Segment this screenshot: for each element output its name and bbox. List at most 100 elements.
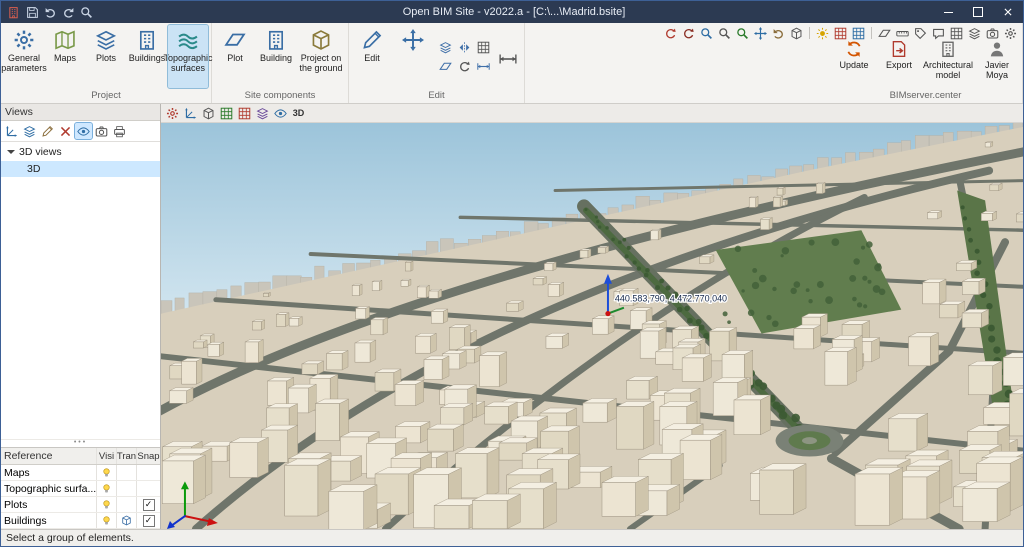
maximize-icon [973, 7, 983, 17]
previous-view-icon[interactable] [770, 25, 787, 41]
element-visibility-icon[interactable] [272, 105, 289, 121]
view-settings-icon[interactable] [74, 122, 93, 140]
button-label: Edit [364, 53, 380, 63]
building-button[interactable]: Building [256, 25, 296, 88]
title-bar: Open BIM Site - v2022.a - [C:\...\Madrid… [1, 1, 1023, 23]
layer-row-plots[interactable]: Plots ✓ [1, 497, 160, 513]
maps-button[interactable]: Maps [45, 25, 85, 88]
edit-button[interactable]: Edit [352, 25, 392, 88]
save-icon[interactable] [24, 4, 41, 20]
close-button[interactable] [993, 1, 1023, 23]
button-label: Update [839, 60, 869, 70]
visibility-bulb-icon[interactable] [96, 497, 116, 512]
view-orientation-icon[interactable] [200, 105, 217, 121]
view-3d-icon[interactable]: 3D [290, 105, 307, 121]
snap-cell[interactable] [136, 465, 160, 480]
zoom-extents-icon[interactable] [734, 25, 751, 41]
scale-icon[interactable] [474, 57, 492, 75]
mirror-icon[interactable] [455, 38, 473, 56]
camera-views-icon[interactable] [984, 25, 1001, 41]
views-panel: Views 3D views 3D ••• Reference Visi Tra… [1, 104, 161, 529]
button-label: Topographic surfaces [163, 53, 213, 74]
analytical-grid-icon[interactable] [218, 105, 235, 121]
minimize-button[interactable] [933, 1, 963, 23]
textures-icon[interactable] [832, 25, 849, 41]
maximize-button[interactable] [963, 1, 993, 23]
layer-row-topographic-surfaces[interactable]: Topographic surfa... [1, 481, 160, 497]
reference-grid-icon[interactable] [236, 105, 253, 121]
column-header: Snap [136, 448, 160, 464]
orbit-icon[interactable] [662, 25, 679, 41]
export-button[interactable]: Export [877, 38, 921, 88]
topographic-surfaces-button[interactable]: Topographic surfaces [163, 24, 213, 89]
pan-icon[interactable] [752, 25, 769, 41]
snap-checkbox[interactable]: ✓ [136, 497, 160, 512]
visibility-bulb-icon[interactable] [96, 513, 116, 528]
ribbon: General parameters Maps Plots Buildings … [1, 23, 1023, 104]
main-area: Views 3D views 3D ••• Reference Visi Tra… [1, 104, 1023, 529]
transparency-cell[interactable] [116, 481, 136, 496]
visibility-bulb-icon[interactable] [96, 465, 116, 480]
layer-reference: Buildings [4, 514, 47, 527]
ground-cube-icon [310, 29, 332, 51]
measure-button[interactable] [495, 25, 521, 88]
dimensions-icon[interactable] [912, 25, 929, 41]
comments-icon[interactable] [930, 25, 947, 41]
transparency-cell[interactable] [116, 465, 136, 480]
architectural-model-button[interactable]: Architectural model [922, 38, 974, 88]
views-panel-title: Views [1, 104, 160, 121]
zoom-in-out-icon[interactable] [716, 25, 733, 41]
shadows-icon[interactable] [814, 25, 831, 41]
reference-grid-icon[interactable] [948, 25, 965, 41]
roundabout [775, 424, 844, 457]
tree-node-3d-views[interactable]: 3D views [1, 144, 160, 160]
user-account-button[interactable]: Javier Moya [975, 38, 1019, 88]
3d-canvas[interactable]: 440.583,790, 4.472.770,040 [161, 123, 1023, 529]
render-options-icon[interactable] [164, 105, 181, 121]
snapshot-icon[interactable] [111, 123, 128, 139]
tree-node-3d[interactable]: 3D [1, 161, 160, 177]
orbit-center-icon[interactable] [680, 25, 697, 41]
delete-view-icon[interactable] [57, 123, 74, 139]
move-button[interactable] [393, 25, 433, 88]
3d-city-model[interactable]: 440.583,790, 4.472.770,040 [161, 123, 1023, 529]
new-view-icon[interactable] [3, 123, 20, 139]
align-icon[interactable] [474, 38, 492, 56]
edit-view-icon[interactable] [39, 123, 56, 139]
window-title: Open BIM Site - v2022.a - [C:\...\Madrid… [402, 6, 626, 18]
panel-splitter[interactable]: ••• [1, 439, 160, 447]
project-on-the-ground-button[interactable]: Project on the ground [297, 25, 345, 88]
undo-icon[interactable] [42, 4, 59, 20]
ribbon-group-edit: Edit Edit [349, 23, 525, 103]
work-plane-icon[interactable] [182, 105, 199, 121]
visibility-bulb-icon[interactable] [96, 481, 116, 496]
zoom-window-icon[interactable] [698, 25, 715, 41]
redo-icon[interactable] [60, 4, 77, 20]
materials-icon[interactable] [254, 105, 271, 121]
configuration-icon[interactable] [1002, 25, 1019, 41]
section-plane-icon[interactable] [876, 25, 893, 41]
layer-row-buildings[interactable]: Buildings ✓ [1, 513, 160, 529]
update-button[interactable]: Update [832, 38, 876, 88]
perspective-icon[interactable] [788, 25, 805, 41]
offset-icon[interactable] [436, 57, 454, 75]
measure-icon[interactable] [894, 25, 911, 41]
transparency-cell[interactable] [116, 497, 136, 512]
rotate-icon[interactable] [455, 57, 473, 75]
layers-icon[interactable] [966, 25, 983, 41]
edges-icon[interactable] [850, 25, 867, 41]
layer-row-maps[interactable]: Maps [1, 465, 160, 481]
zoom-icon[interactable] [78, 4, 95, 20]
general-parameters-button[interactable]: General parameters [1, 25, 47, 88]
button-label: Plots [95, 53, 116, 63]
buildings-button[interactable]: Buildings [127, 25, 167, 88]
button-label: Export [885, 60, 912, 70]
camera-icon[interactable] [93, 123, 110, 139]
transparency-icon[interactable] [116, 513, 136, 528]
copy-icon[interactable] [436, 38, 454, 56]
duplicate-view-icon[interactable] [21, 123, 38, 139]
snap-checkbox[interactable]: ✓ [136, 513, 160, 528]
plots-button[interactable]: Plots [86, 25, 126, 88]
plot-button[interactable]: Plot [215, 25, 255, 88]
snap-cell[interactable] [136, 481, 160, 496]
